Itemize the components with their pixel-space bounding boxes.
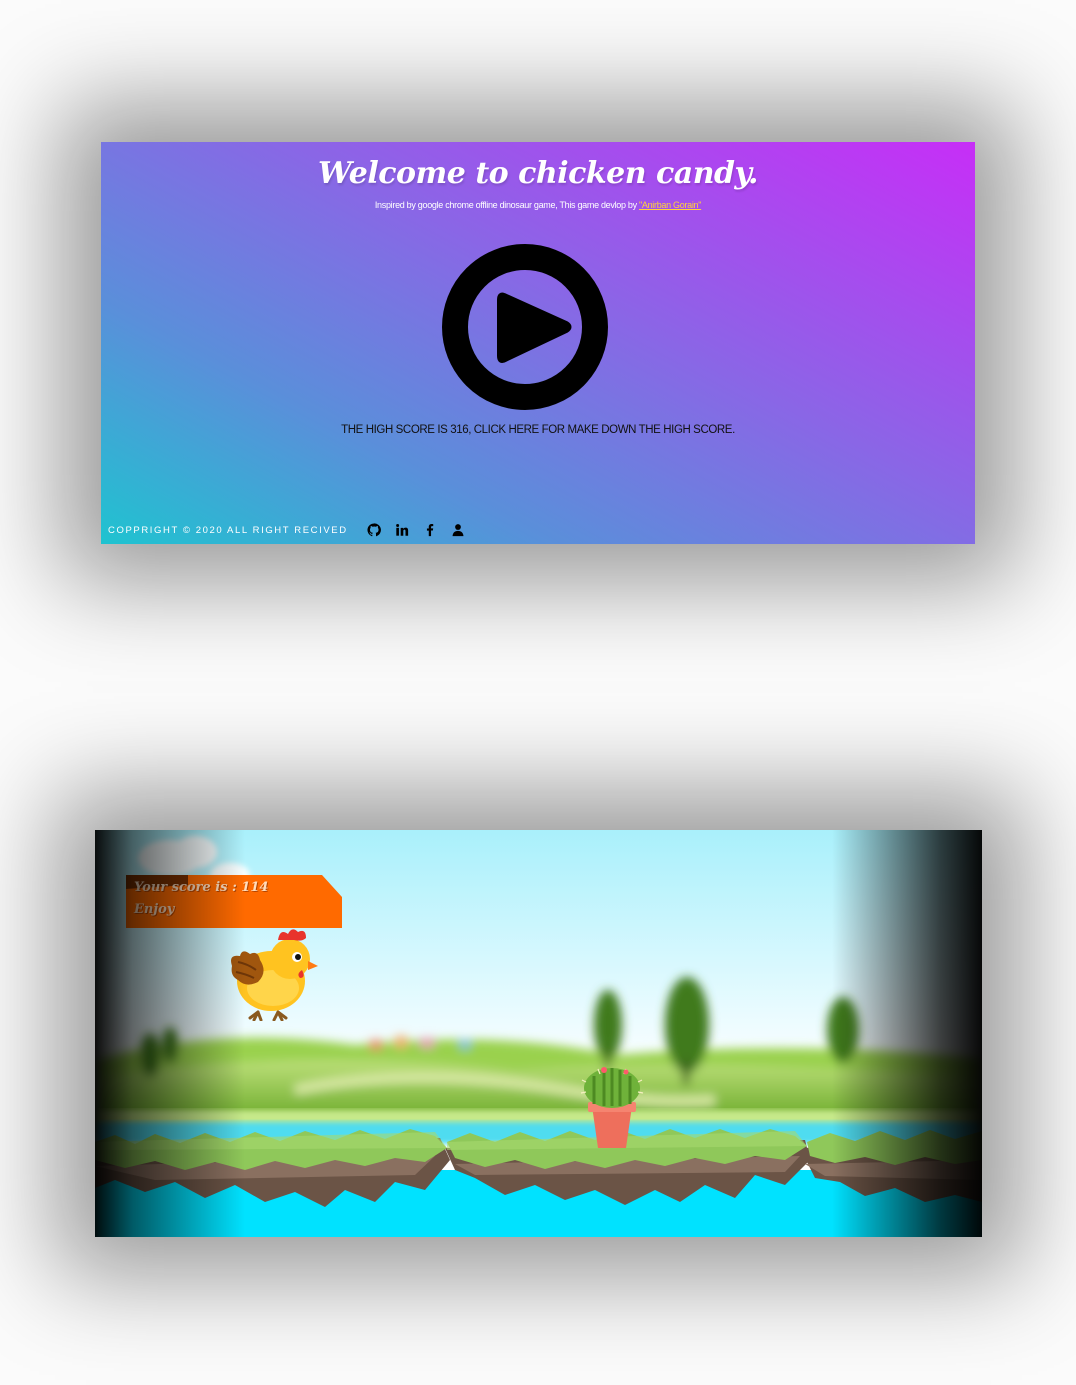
game-screen[interactable]: Your score is : 114 Enjoy: [95, 830, 982, 1237]
high-score-link[interactable]: THE HIGH SCORE IS 316, CLICK HERE FOR MA…: [101, 424, 975, 436]
subtitle-text: Inspired by google chrome offline dinosa…: [374, 200, 639, 210]
github-icon[interactable]: [367, 523, 381, 537]
author-link[interactable]: "Anirban Gorain": [639, 200, 701, 210]
footer: COPPRIGHT © 2020 ALL RIGHT RECIVED: [108, 522, 472, 538]
score-message: Enjoy: [134, 902, 175, 917]
welcome-screen: Welcome to chicken candy. Inspired by go…: [101, 142, 975, 544]
facebook-icon[interactable]: [423, 523, 437, 537]
cactus-obstacle: [580, 1067, 644, 1148]
subtitle: Inspired by google chrome offline dinosa…: [101, 200, 975, 210]
play-circle-icon[interactable]: [442, 244, 608, 410]
score-display: Your score is : 114 Enjoy: [134, 877, 268, 921]
linkedin-icon[interactable]: [395, 523, 409, 537]
copyright-text: COPPRIGHT © 2020 ALL RIGHT RECIVED: [108, 524, 348, 536]
page-title: Welcome to chicken candy.: [318, 156, 758, 191]
user-icon[interactable]: [451, 523, 465, 537]
chicken-player: [231, 929, 318, 1021]
score-value: Your score is : 114: [134, 880, 269, 895]
